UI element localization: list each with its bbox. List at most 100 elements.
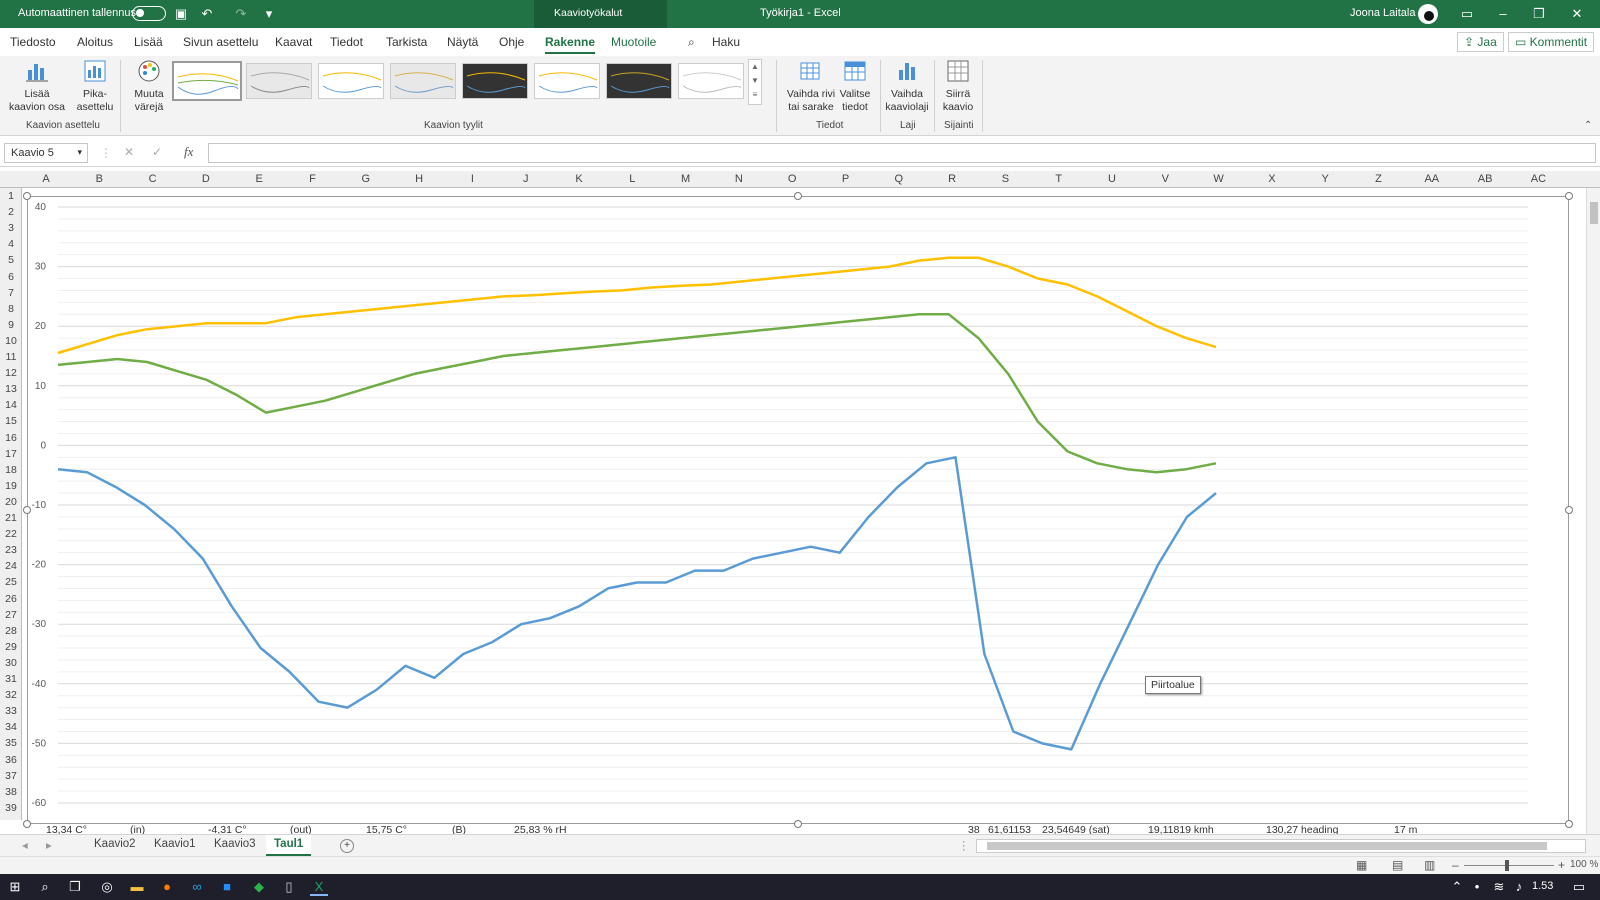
row-header[interactable]: 9 <box>0 319 22 331</box>
select-data-button[interactable]: Valitse tiedot <box>836 58 874 114</box>
row-header[interactable]: 6 <box>0 271 22 283</box>
tab-help[interactable]: Ohje <box>499 35 524 49</box>
avatar[interactable] <box>1418 4 1438 24</box>
quick-layout-button[interactable]: Pika-asettelu <box>72 58 118 114</box>
notifications-icon[interactable]: ▭ <box>1570 878 1588 896</box>
arduino-icon[interactable]: ∞ <box>188 878 206 896</box>
normal-view-icon[interactable]: ▦ <box>1356 858 1367 872</box>
tab-design[interactable]: Rakenne <box>545 35 596 54</box>
row-header[interactable]: 5 <box>0 254 22 266</box>
chart-area[interactable]: 40 30 20 10 0 -10 -20 -30 -40 -50 -60 <box>27 196 1569 824</box>
column-header[interactable]: B <box>89 173 109 185</box>
name-box[interactable]: Kaavio 5 ▾ <box>4 143 88 163</box>
tab-view[interactable]: Näytä <box>447 35 478 49</box>
column-header[interactable]: G <box>356 173 376 185</box>
row-header[interactable]: 25 <box>0 576 22 588</box>
row-header[interactable]: 19 <box>0 480 22 492</box>
vertical-scrollbar[interactable] <box>1586 188 1600 834</box>
resize-handle[interactable] <box>794 820 802 828</box>
tab-formulas[interactable]: Kaavat <box>275 35 312 49</box>
column-header[interactable]: AB <box>1475 173 1495 185</box>
column-header[interactable]: O <box>782 173 802 185</box>
excel-icon[interactable]: X <box>310 878 328 896</box>
series-line-3[interactable] <box>57 456 1217 751</box>
chevron-down-icon[interactable]: ▾ <box>77 147 82 158</box>
add-sheet-icon[interactable]: + <box>340 839 354 853</box>
column-header[interactable]: L <box>622 173 642 185</box>
row-header[interactable]: 3 <box>0 222 22 234</box>
tab-page-layout[interactable]: Sivun asettelu <box>183 35 258 49</box>
autosave-toggle[interactable] <box>132 6 166 21</box>
minimize-icon[interactable]: – <box>1494 5 1512 23</box>
page-layout-icon[interactable]: ▤ <box>1392 858 1403 872</box>
sheet-tab-active[interactable]: Taul1 <box>266 835 312 856</box>
tab-file[interactable]: Tiedosto <box>10 35 56 49</box>
row-header[interactable]: 1 <box>0 190 22 202</box>
column-header[interactable]: X <box>1262 173 1282 185</box>
collapse-ribbon-icon[interactable]: ⌃ <box>1584 120 1592 131</box>
zoom-slider-thumb[interactable] <box>1505 860 1509 871</box>
row-header[interactable]: 8 <box>0 303 22 315</box>
scroll-thumb[interactable] <box>987 842 1547 850</box>
save-icon[interactable]: ▣ <box>172 5 190 23</box>
formula-input[interactable] <box>208 143 1596 163</box>
wifi-icon[interactable]: ≋ <box>1490 878 1508 896</box>
windows-start-icon[interactable]: ⊞ <box>6 878 24 896</box>
tab-home[interactable]: Aloitus <box>77 35 113 49</box>
zoom-in-icon[interactable]: + <box>1558 858 1565 872</box>
column-header[interactable]: R <box>942 173 962 185</box>
row-header[interactable]: 2 <box>0 206 22 218</box>
chart-style-8[interactable] <box>678 63 744 99</box>
row-header[interactable]: 35 <box>0 737 22 749</box>
chart-style-3[interactable] <box>318 63 384 99</box>
switch-row-column-button[interactable]: Vaihda rivi tai sarake <box>784 58 838 114</box>
resize-handle[interactable] <box>23 192 31 200</box>
search-icon[interactable]: ⌕ <box>688 35 695 50</box>
row-header[interactable]: 26 <box>0 593 22 605</box>
search-icon[interactable]: ⌕ <box>36 878 54 896</box>
tab-data[interactable]: Tiedot <box>330 35 363 49</box>
resize-handle[interactable] <box>23 820 31 828</box>
undo-icon[interactable]: ↶ <box>198 5 216 23</box>
notepad-icon[interactable]: ▯ <box>280 878 298 896</box>
resize-handle[interactable] <box>1565 192 1573 200</box>
row-header[interactable]: 17 <box>0 448 22 460</box>
series-line-1[interactable] <box>57 256 1217 355</box>
tab-insert[interactable]: Lisää <box>134 35 163 49</box>
add-chart-element-button[interactable]: Lisää kaavion osa <box>6 58 68 114</box>
row-header[interactable]: 10 <box>0 335 22 347</box>
row-header[interactable]: 24 <box>0 560 22 572</box>
resize-handle[interactable] <box>1565 820 1573 828</box>
row-header[interactable]: 32 <box>0 689 22 701</box>
row-header[interactable]: 20 <box>0 496 22 508</box>
prev-sheet-icon[interactable]: ◂ <box>22 838 28 852</box>
row-header[interactable]: 30 <box>0 657 22 669</box>
zoom-out-icon[interactable]: – <box>1452 858 1459 872</box>
insert-function-icon[interactable]: fx <box>184 144 193 160</box>
column-header[interactable]: K <box>569 173 589 185</box>
sheet-tab[interactable]: Kaavio2 <box>94 838 136 850</box>
sheet-tab[interactable]: Kaavio1 <box>154 838 196 850</box>
row-header[interactable]: 15 <box>0 415 22 427</box>
row-header[interactable]: 4 <box>0 238 22 250</box>
row-header[interactable]: 31 <box>0 673 22 685</box>
search-label[interactable]: Haku <box>712 35 740 49</box>
ribbon-display-icon[interactable]: ▭ <box>1458 5 1476 23</box>
microphone-icon[interactable]: • <box>1468 878 1486 896</box>
move-chart-button[interactable]: Siirrä kaavio <box>938 58 978 114</box>
column-header[interactable]: F <box>303 173 323 185</box>
cancel-icon[interactable]: ✕ <box>124 145 134 159</box>
scroll-thumb[interactable] <box>1590 202 1598 224</box>
horizontal-scrollbar[interactable] <box>976 839 1586 853</box>
tray-chevron-icon[interactable]: ⌃ <box>1448 878 1466 896</box>
column-header[interactable]: Z <box>1369 173 1389 185</box>
column-header[interactable]: Q <box>889 173 909 185</box>
row-header[interactable]: 23 <box>0 544 22 556</box>
row-header[interactable]: 13 <box>0 383 22 395</box>
change-colors-button[interactable]: Muuta värejä <box>126 58 172 114</box>
share-button[interactable]: ⇪ Jaa <box>1457 32 1504 52</box>
tab-format[interactable]: Muotoile <box>611 35 656 49</box>
column-header[interactable]: J <box>516 173 536 185</box>
column-header[interactable]: AC <box>1528 173 1548 185</box>
column-header[interactable]: S <box>995 173 1015 185</box>
